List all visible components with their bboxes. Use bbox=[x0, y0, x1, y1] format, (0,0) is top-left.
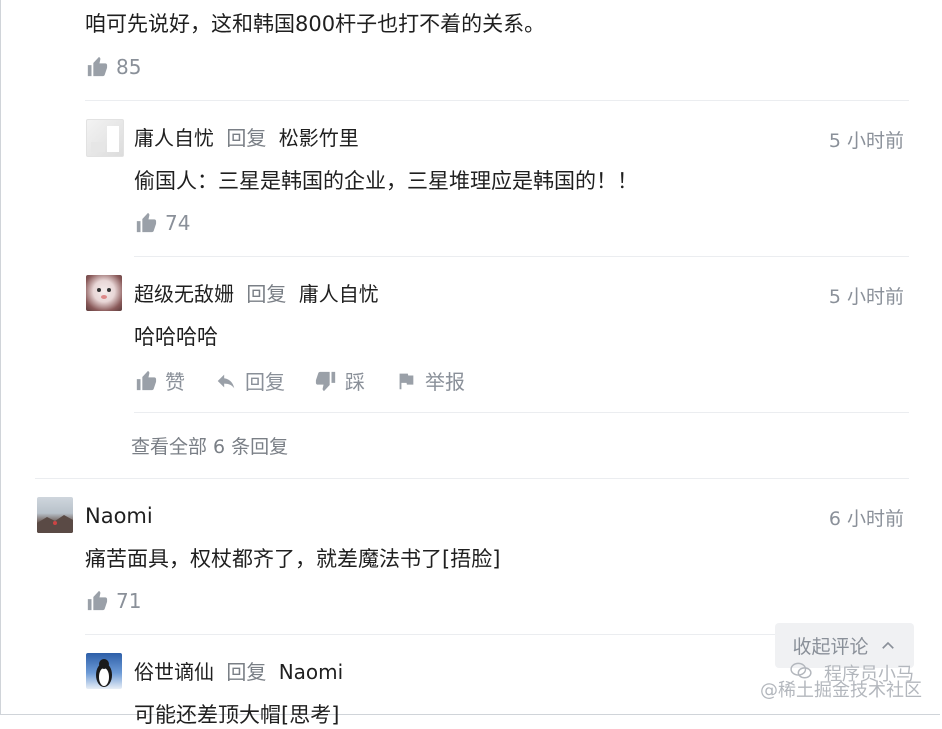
reply-arrow-icon bbox=[217, 374, 235, 388]
report-button[interactable]: 举报 bbox=[395, 366, 465, 395]
timestamp: 5 小时前 bbox=[828, 130, 904, 152]
avatar[interactable] bbox=[86, 275, 122, 311]
divider bbox=[134, 256, 909, 257]
reply-text: 哈哈哈哈 bbox=[134, 325, 218, 349]
like-count: 74 bbox=[165, 211, 191, 235]
avatar[interactable] bbox=[37, 497, 73, 533]
collapse-label: 收起评论 bbox=[792, 636, 869, 658]
reply-header: 超级无敌姗 回复 庸人自忧 bbox=[134, 280, 379, 308]
comment-text: 咱可先说好，这和韩国800杆子也打不着的关系。 bbox=[85, 12, 546, 36]
reply-label: 回复 bbox=[226, 126, 267, 150]
thumbs-up-icon bbox=[87, 590, 108, 611]
thumbs-up-icon bbox=[136, 212, 157, 233]
timestamp: 6 小时前 bbox=[828, 508, 904, 530]
like-label: 赞 bbox=[165, 370, 185, 394]
author-name[interactable]: Naomi bbox=[85, 502, 153, 530]
avatar-image-icon bbox=[97, 288, 111, 299]
penguin-icon bbox=[96, 659, 112, 687]
reply-target[interactable]: 松影竹里 bbox=[279, 126, 359, 150]
reply-target[interactable]: 庸人自忧 bbox=[299, 282, 379, 306]
like-count: 85 bbox=[116, 55, 142, 79]
watermark-site: @稀土掘金技术社区 bbox=[760, 680, 922, 701]
reply-text: 可能还差顶大帽[思考] bbox=[134, 703, 340, 727]
chevron-up-icon bbox=[881, 641, 894, 649]
reply-label: 回复 bbox=[226, 660, 267, 684]
author-name[interactable]: 超级无敌姗 bbox=[134, 282, 234, 306]
like-button[interactable]: 85 bbox=[86, 55, 141, 79]
thumbs-up-icon bbox=[136, 370, 157, 390]
avatar-image-icon bbox=[37, 515, 73, 533]
thumbs-down-icon bbox=[315, 371, 336, 391]
reply-actions: 赞 回复 踩 举报 bbox=[135, 366, 465, 395]
like-button[interactable]: 71 bbox=[86, 589, 141, 613]
avatar-image-icon bbox=[91, 126, 119, 152]
reply-target[interactable]: Naomi bbox=[279, 660, 344, 684]
reply-label: 回复 bbox=[245, 370, 285, 394]
like-count: 71 bbox=[116, 589, 142, 613]
avatar[interactable] bbox=[86, 119, 124, 157]
dislike-button[interactable]: 踩 bbox=[315, 366, 365, 395]
divider bbox=[85, 100, 909, 101]
reply-button[interactable]: 回复 bbox=[215, 366, 285, 395]
author-name[interactable]: 庸人自忧 bbox=[134, 126, 214, 150]
dislike-label: 踩 bbox=[345, 370, 365, 394]
divider bbox=[35, 478, 909, 479]
reply-header: 庸人自忧 回复 松影竹里 bbox=[134, 124, 359, 152]
like-button[interactable]: 赞 bbox=[135, 366, 185, 395]
author-name[interactable]: 俗世谪仙 bbox=[134, 660, 214, 684]
view-all-replies-link[interactable]: 查看全部 6 条回复 bbox=[131, 433, 288, 461]
report-label: 举报 bbox=[425, 370, 465, 394]
comment-text: 痛苦面具，权杖都齐了，就差魔法书了[捂脸] bbox=[85, 547, 501, 571]
timestamp: 5 小时前 bbox=[828, 286, 904, 308]
reply-text: 偷国人：三星是韩国的企业，三星堆理应是韩国的！！ bbox=[134, 169, 638, 193]
flag-icon bbox=[399, 373, 414, 389]
reply-label: 回复 bbox=[246, 282, 287, 306]
divider bbox=[134, 412, 909, 413]
thumbs-up-icon bbox=[87, 56, 108, 77]
avatar[interactable] bbox=[86, 653, 122, 689]
like-button[interactable]: 74 bbox=[135, 211, 190, 235]
reply-header: 俗世谪仙 回复 Naomi bbox=[134, 658, 343, 686]
